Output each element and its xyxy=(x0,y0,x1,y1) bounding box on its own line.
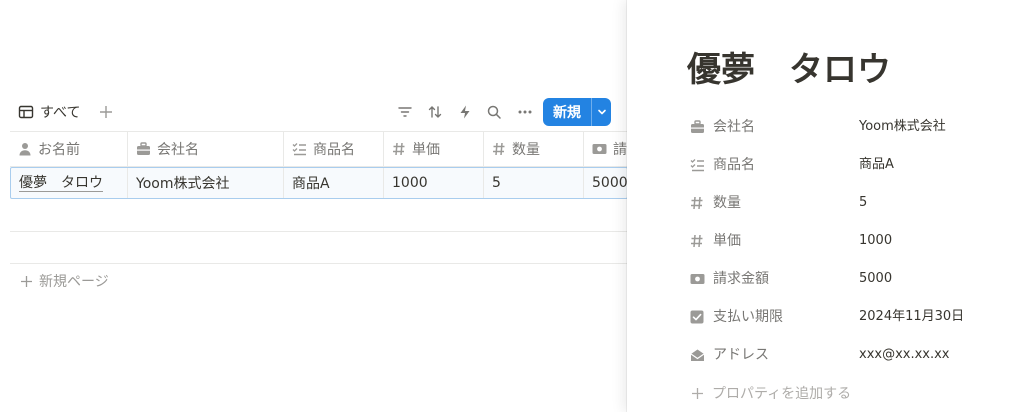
hash-icon xyxy=(689,233,705,249)
hash-icon xyxy=(392,142,406,156)
plus-icon xyxy=(20,275,33,288)
cell-company[interactable]: Yoom株式会社 xyxy=(128,168,284,198)
property-name: 会社名 xyxy=(713,119,755,135)
property-invoice-amount[interactable]: 請求金額 5000 xyxy=(689,264,999,294)
new-page-label: 新規ページ xyxy=(39,274,109,290)
property-value[interactable]: 2024年11月30日 xyxy=(859,302,964,332)
money-icon xyxy=(689,271,705,287)
cell-product[interactable]: 商品A xyxy=(284,168,384,198)
column-header-invoice-amount[interactable]: 請 xyxy=(584,132,628,166)
column-header-unit-price[interactable]: 単価 xyxy=(384,132,484,166)
column-header-company[interactable]: 会社名 xyxy=(128,132,284,166)
property-product[interactable]: 商品名 商品A xyxy=(689,150,999,180)
column-header-label: 請 xyxy=(613,142,627,158)
column-header-quantity[interactable]: 数量 xyxy=(484,132,584,166)
sort-icon[interactable] xyxy=(425,102,445,122)
money-icon xyxy=(592,143,607,155)
property-due-date[interactable]: 支払い期限 2024年11月30日 xyxy=(689,302,999,332)
view-tab-all[interactable]: すべて xyxy=(18,102,80,122)
property-value[interactable]: 5 xyxy=(859,188,867,218)
person-icon xyxy=(18,142,32,156)
property-value[interactable]: Yoom株式会社 xyxy=(859,112,946,142)
page-title[interactable]: 優夢 タロウ xyxy=(687,42,891,91)
briefcase-icon xyxy=(136,142,151,156)
property-value[interactable]: 商品A xyxy=(859,150,894,180)
column-header-name[interactable]: お名前 xyxy=(10,132,128,166)
envelope-icon xyxy=(689,347,705,363)
property-value[interactable]: xxx@xx.xx.xx xyxy=(859,340,950,370)
column-header-label: 商品名 xyxy=(313,142,355,158)
filter-icon[interactable] xyxy=(395,102,415,122)
property-address[interactable]: アドレス xxx@xx.xx.xx xyxy=(689,340,999,370)
property-name: アドレス xyxy=(713,347,769,363)
add-property-label: プロパティを追加する xyxy=(712,386,852,402)
property-unit-price[interactable]: 単価 1000 xyxy=(689,226,999,256)
side-peek-panel: 優夢 タロウ 会社名 Yoom株式会社 商品名 商品A 数量 5 単価 1000… xyxy=(627,0,1017,412)
checklist-icon xyxy=(292,142,307,156)
column-header-product[interactable]: 商品名 xyxy=(284,132,384,166)
search-icon[interactable] xyxy=(484,102,504,122)
column-header-label: 数量 xyxy=(512,142,540,158)
table-row[interactable]: 優夢 タロウ Yoom株式会社 商品A 1000 5 5000 xyxy=(10,167,628,199)
cell-unit-price[interactable]: 1000 xyxy=(384,168,484,198)
property-name: 商品名 xyxy=(713,157,755,173)
property-company[interactable]: 会社名 Yoom株式会社 xyxy=(689,112,999,142)
more-options-icon[interactable] xyxy=(515,102,535,122)
row-title[interactable]: 優夢 タロウ xyxy=(19,175,103,192)
table-header-row: お名前 会社名 商品名 単価 数量 請 xyxy=(10,131,628,167)
property-name: 単価 xyxy=(713,233,741,249)
view-tab-label: すべて xyxy=(40,105,81,121)
database-table: お名前 会社名 商品名 単価 数量 請 優夢 タロウ Yoom株式会社 商品A … xyxy=(10,131,628,199)
hash-icon xyxy=(689,195,705,211)
property-name: 支払い期限 xyxy=(713,309,783,325)
new-button-label: 新規 xyxy=(553,105,581,121)
empty-row xyxy=(10,197,628,232)
property-value[interactable]: 1000 xyxy=(859,226,892,256)
property-name: 数量 xyxy=(713,195,741,211)
calculation-row xyxy=(10,231,628,264)
column-header-label: 単価 xyxy=(412,142,440,158)
automation-bolt-icon[interactable] xyxy=(455,102,475,122)
cell-quantity[interactable]: 5 xyxy=(484,168,584,198)
add-view-icon[interactable] xyxy=(96,102,116,122)
database-view: すべて 新規 お名前 会社名 商品名 単価 数量 請 優夢 タロウ Yoom株式… xyxy=(0,0,628,412)
new-button[interactable]: 新規 xyxy=(543,98,611,126)
column-header-label: お名前 xyxy=(38,142,80,158)
property-name: 請求金額 xyxy=(713,271,769,287)
checkbox-icon xyxy=(689,309,705,325)
property-value[interactable]: 5000 xyxy=(859,264,892,294)
plus-icon xyxy=(691,387,704,400)
property-quantity[interactable]: 数量 5 xyxy=(689,188,999,218)
table-icon xyxy=(18,104,34,120)
cell-invoice-amount[interactable]: 5000 xyxy=(584,168,628,198)
chevron-down-icon[interactable] xyxy=(592,107,611,117)
checklist-icon xyxy=(689,157,705,173)
hash-icon xyxy=(492,142,506,156)
briefcase-icon xyxy=(689,119,705,135)
add-property-button[interactable]: プロパティを追加する xyxy=(691,380,851,406)
view-toolbar: すべて 新規 xyxy=(12,98,614,126)
new-page-button[interactable]: 新規ページ xyxy=(20,270,109,292)
column-header-label: 会社名 xyxy=(157,142,199,158)
cell-name[interactable]: 優夢 タロウ xyxy=(11,168,128,198)
